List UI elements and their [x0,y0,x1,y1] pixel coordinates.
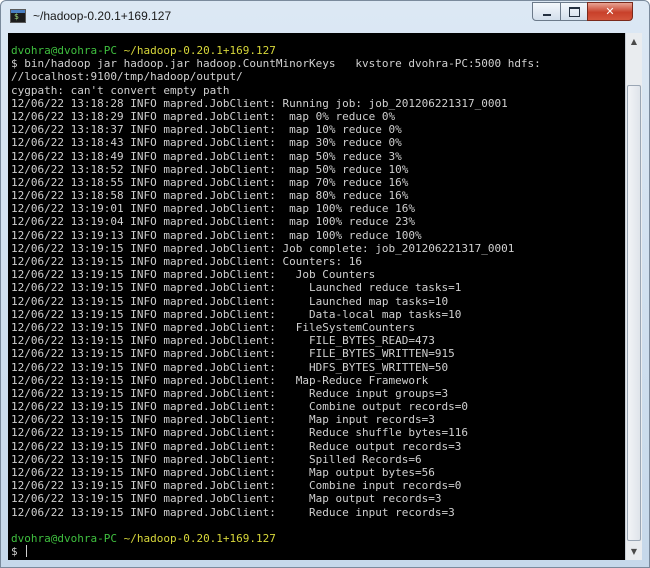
scroll-up-button[interactable]: ▲ [626,33,642,50]
console-line: 12/06/22 13:19:15 INFO mapred.JobClient:… [11,426,468,440]
console-line: 12/06/22 13:18:37 INFO mapred.JobClient:… [11,123,402,137]
vertical-scrollbar[interactable]: ▲ ▼ [625,33,642,560]
minimize-button[interactable] [532,2,561,21]
console-line: 12/06/22 13:19:01 INFO mapred.JobClient:… [11,202,415,216]
prompt-user: dvohra@dvohra-PC [11,531,117,545]
console-line: 12/06/22 13:19:04 INFO mapred.JobClient:… [11,215,415,229]
console-line: 12/06/22 13:19:15 INFO mapred.JobClient:… [11,400,468,414]
console-line: 12/06/22 13:19:15 INFO mapred.JobClient:… [11,479,462,493]
console-line: 12/06/22 13:19:15 INFO mapred.JobClient:… [11,386,449,400]
scroll-thumb[interactable] [627,85,641,541]
window-title: ~/hadoop-0.20.1+169.127 [33,9,172,23]
minimize-icon [542,13,551,16]
maximize-icon [568,6,580,17]
output-lines: $ bin/hadoop jar hadoop.jar hadoop.Count… [11,57,541,519]
console-line: $ bin/hadoop jar hadoop.jar hadoop.Count… [11,57,541,71]
console-line: 12/06/22 13:18:58 INFO mapred.JobClient:… [11,189,409,203]
console-line: 12/06/22 13:19:15 INFO mapred.JobClient:… [11,320,415,334]
console-line: 12/06/22 13:19:15 INFO mapred.JobClient:… [11,466,435,479]
first-prompt-line: dvohra@dvohra-PC ~/hadoop-0.20.1+169.127 [11,44,541,57]
console-line: 12/06/22 13:19:15 INFO mapred.JobClient:… [11,439,462,453]
console-line: 12/06/22 13:19:15 INFO mapred.JobClient:… [11,505,455,519]
console-line: 12/06/22 13:19:15 INFO mapred.JobClient:… [11,268,376,282]
command-input-line[interactable]: $ [11,545,541,558]
console-line: 12/06/22 13:18:52 INFO mapred.JobClient:… [11,162,409,176]
console-line: 12/06/22 13:18:29 INFO mapred.JobClient:… [11,109,396,123]
console-line: 12/06/22 13:19:15 INFO mapred.JobClient:… [11,294,449,308]
prompt-host: dvohra-PC [57,531,117,545]
scroll-down-arrow-icon: ▼ [630,547,638,556]
console-output[interactable]: dvohra@dvohra-PC ~/hadoop-0.20.1+169.127… [8,33,625,560]
terminal-app-icon[interactable] [10,9,26,23]
console-line: 12/06/22 13:19:15 INFO mapred.JobClient:… [11,452,422,466]
console-line: 12/06/22 13:18:28 INFO mapred.JobClient:… [11,96,508,110]
last-prompt-line: dvohra@dvohra-PC ~/hadoop-0.20.1+169.127 [11,532,541,545]
console-line: 12/06/22 13:18:43 INFO mapred.JobClient:… [11,136,402,150]
console-line: //localhost:9100/tmp/hadoop/output/ [11,70,243,84]
console-line: 12/06/22 13:19:15 INFO mapred.JobClient:… [11,307,462,321]
text-cursor [26,545,28,558]
console-line: cygpath: can't convert empty path [11,83,230,97]
console-line: 12/06/22 13:19:15 INFO mapred.JobClient:… [11,255,362,268]
console-line: 12/06/22 13:18:49 INFO mapred.JobClient:… [11,149,402,163]
input-prompt: $ [11,545,25,559]
scroll-up-arrow-icon: ▲ [630,37,638,46]
console-line: 12/06/22 13:19:15 INFO mapred.JobClient:… [11,281,462,295]
maximize-button[interactable] [560,2,588,21]
scroll-down-button[interactable]: ▼ [626,543,642,560]
window-bottom-border [1,560,649,567]
prompt-path: ~/hadoop-0.20.1+169.127 [123,44,276,57]
console-line: 12/06/22 13:19:15 INFO mapred.JobClient:… [11,492,442,506]
console-line: 12/06/22 13:19:15 INFO mapred.JobClient:… [11,373,429,387]
prompt-user: dvohra@dvohra-PC [11,44,117,57]
title-bar[interactable]: ~/hadoop-0.20.1+169.127 ✕ [1,1,649,33]
terminal-window: ~/hadoop-0.20.1+169.127 ✕ dvohra@dvohra-… [0,0,650,568]
console-lines: dvohra@dvohra-PC ~/hadoop-0.20.1+169.127… [11,44,541,558]
console-line: 12/06/22 13:19:15 INFO mapred.JobClient:… [11,413,435,427]
console-line: 12/06/22 13:19:15 INFO mapred.JobClient:… [11,334,435,348]
console-line: 12/06/22 13:19:15 INFO mapred.JobClient:… [11,347,455,361]
close-icon: ✕ [605,5,615,18]
prompt-path: ~/hadoop-0.20.1+169.127 [123,531,276,545]
close-button[interactable]: ✕ [587,2,633,21]
console-line: 12/06/22 13:19:13 INFO mapred.JobClient:… [11,228,422,242]
console-line: 12/06/22 13:19:15 INFO mapred.JobClient:… [11,360,449,374]
console-line: 12/06/22 13:18:55 INFO mapred.JobClient:… [11,175,409,189]
console-line: 12/06/22 13:19:15 INFO mapred.JobClient:… [11,241,515,255]
